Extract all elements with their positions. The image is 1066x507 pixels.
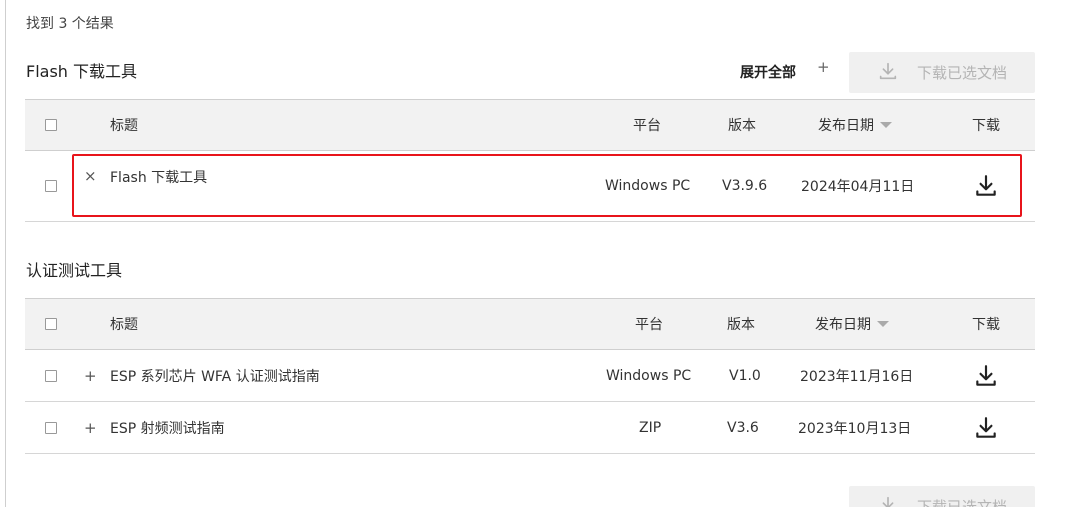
download-icon (877, 60, 899, 86)
column-header-platform: 平台 (635, 317, 663, 333)
column-header-version: 版本 (728, 118, 756, 134)
column-header-date-label: 发布日期 (815, 317, 871, 333)
row-checkbox[interactable] (45, 421, 57, 434)
docs-table-certification: 标题 平台 版本 发布日期 下载 + ESP 系列芯片 WFA 认证测试指南 W… (25, 298, 1035, 454)
sort-down-icon[interactable] (880, 122, 892, 128)
select-all-checkbox[interactable] (45, 119, 57, 131)
download-selected-label: 下载已选文档 (916, 498, 1007, 507)
sort-down-icon[interactable] (877, 321, 889, 327)
section-title-flash: Flash 下载工具 (26, 62, 138, 81)
download-selected-button[interactable]: 下载已选文档 (849, 52, 1035, 93)
column-header-title: 标题 (110, 118, 138, 134)
result-count: 找到 3 个结果 (26, 16, 114, 32)
row-checkbox[interactable] (45, 369, 57, 382)
table-row: + ESP 射频测试指南 ZIP V3.6 2023年10月13日 (25, 402, 1035, 454)
download-icon[interactable] (973, 363, 999, 389)
download-icon (877, 494, 899, 507)
row-version: V1.0 (729, 367, 761, 384)
expand-toggle-icon[interactable]: + (84, 367, 97, 385)
column-header-title: 标题 (110, 317, 138, 333)
table-header: 标题 平台 版本 发布日期 下载 (25, 298, 1035, 350)
row-title[interactable]: ESP 系列芯片 WFA 认证测试指南 (110, 366, 320, 386)
download-selected-label: 下载已选文档 (916, 64, 1007, 82)
left-border (5, 0, 6, 507)
row-platform: Windows PC (606, 367, 692, 384)
row-title[interactable]: ESP 射频测试指南 (110, 418, 225, 438)
row-version: V3.6 (727, 419, 759, 436)
download-selected-button-bottom[interactable]: 下载已选文档 (849, 486, 1035, 507)
column-header-download: 下载 (972, 118, 1000, 134)
section-title-certification: 认证测试工具 (26, 261, 123, 280)
column-header-download: 下载 (972, 317, 1000, 333)
download-icon[interactable] (973, 415, 999, 441)
column-header-platform: 平台 (633, 118, 661, 134)
table-header: 标题 平台 版本 发布日期 下载 (25, 99, 1035, 151)
select-all-checkbox[interactable] (45, 318, 57, 330)
row-date: 2023年11月16日 (800, 368, 914, 385)
row-platform: ZIP (639, 419, 662, 436)
column-header-version: 版本 (727, 317, 755, 333)
row-checkbox[interactable] (45, 180, 57, 192)
column-header-date[interactable]: 发布日期 (815, 314, 889, 334)
expand-all-link[interactable]: 展开全部 (740, 62, 796, 82)
table-row: + ESP 系列芯片 WFA 认证测试指南 Windows PC V1.0 20… (25, 350, 1035, 402)
column-header-date-label: 发布日期 (818, 118, 874, 134)
column-header-date[interactable]: 发布日期 (818, 115, 892, 135)
expand-all-plus-icon[interactable]: + (817, 58, 830, 76)
highlight-box (72, 154, 1022, 217)
row-date: 2023年10月13日 (798, 420, 912, 437)
expand-toggle-icon[interactable]: + (84, 419, 97, 437)
